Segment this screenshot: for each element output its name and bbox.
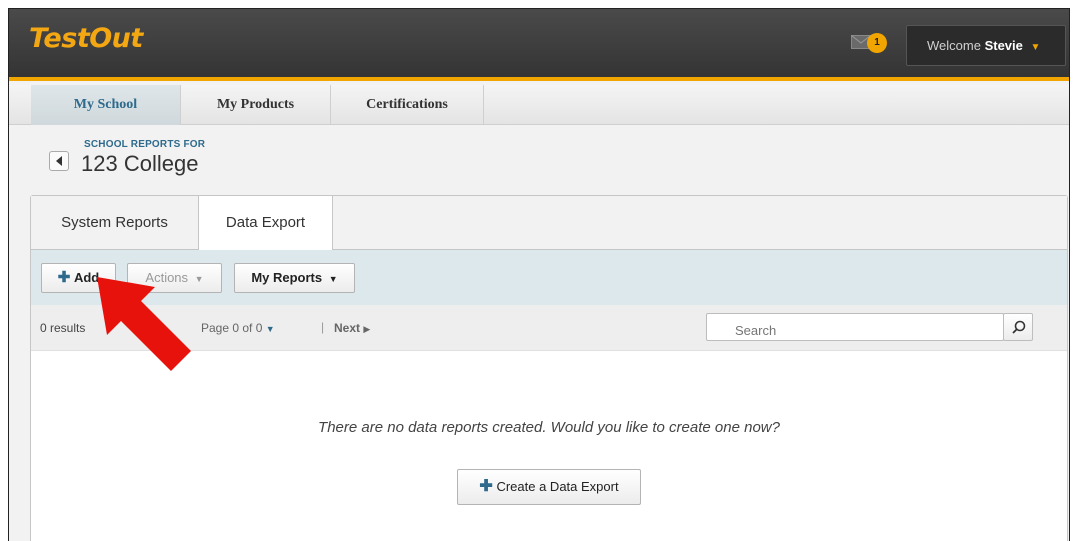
page-label: Page 0 of 0 <box>201 321 263 335</box>
app-window: TestOut 1 Welcome Stevie ▼ My School My … <box>8 8 1070 541</box>
search-button[interactable] <box>1003 313 1033 341</box>
caret-down-icon: ▼ <box>328 274 338 284</box>
welcome-label: Welcome <box>927 38 981 53</box>
main-nav: My School My Products Certifications <box>9 85 1069 125</box>
search-icon <box>1012 320 1026 334</box>
tab-system-reports[interactable]: System Reports <box>31 196 198 250</box>
back-button[interactable] <box>49 151 69 171</box>
next-page-link[interactable]: Next ▶ <box>334 321 370 335</box>
chevron-down-icon: ▼ <box>1030 42 1041 53</box>
notification-badge[interactable]: 1 <box>867 33 887 53</box>
top-bar: TestOut 1 Welcome Stevie ▼ <box>9 9 1069 81</box>
page-subtitle: SCHOOL REPORTS FOR <box>84 139 206 150</box>
caret-down-icon: ▼ <box>194 274 204 284</box>
results-count: 0 results <box>40 321 86 335</box>
empty-state-message: There are no data reports created. Would… <box>318 419 780 436</box>
tab-certifications[interactable]: Certifications <box>331 85 484 125</box>
search-input[interactable] <box>706 313 1004 341</box>
back-arrow-icon <box>56 156 62 166</box>
panel-tabs: System Reports Data Export <box>31 196 1067 251</box>
caret-right-icon: ▶ <box>363 324 371 334</box>
my-reports-button[interactable]: My Reports ▼ <box>234 263 355 293</box>
caret-down-icon: ▼ <box>265 324 275 334</box>
tab-my-products[interactable]: My Products <box>181 85 331 125</box>
my-reports-button-label: My Reports <box>251 270 323 285</box>
user-menu[interactable]: Welcome Stevie ▼ <box>906 25 1066 66</box>
create-data-export-button[interactable]: ✚ Create a Data Export <box>457 469 641 505</box>
next-label: Next <box>334 321 361 335</box>
page-selector[interactable]: Page 0 of 0 ▼ <box>201 321 275 335</box>
annotation-arrow-icon <box>97 277 191 371</box>
user-name: Stevie <box>984 38 1023 53</box>
plus-icon: ✚ <box>479 478 493 495</box>
tab-data-export[interactable]: Data Export <box>198 196 333 251</box>
create-button-label: Create a Data Export <box>496 479 619 494</box>
pager-separator: | <box>321 320 325 334</box>
page-title: 123 College <box>81 151 199 176</box>
plus-icon: ✚ <box>57 269 71 286</box>
tab-my-school[interactable]: My School <box>31 85 181 125</box>
testout-logo[interactable]: TestOut <box>29 23 143 54</box>
